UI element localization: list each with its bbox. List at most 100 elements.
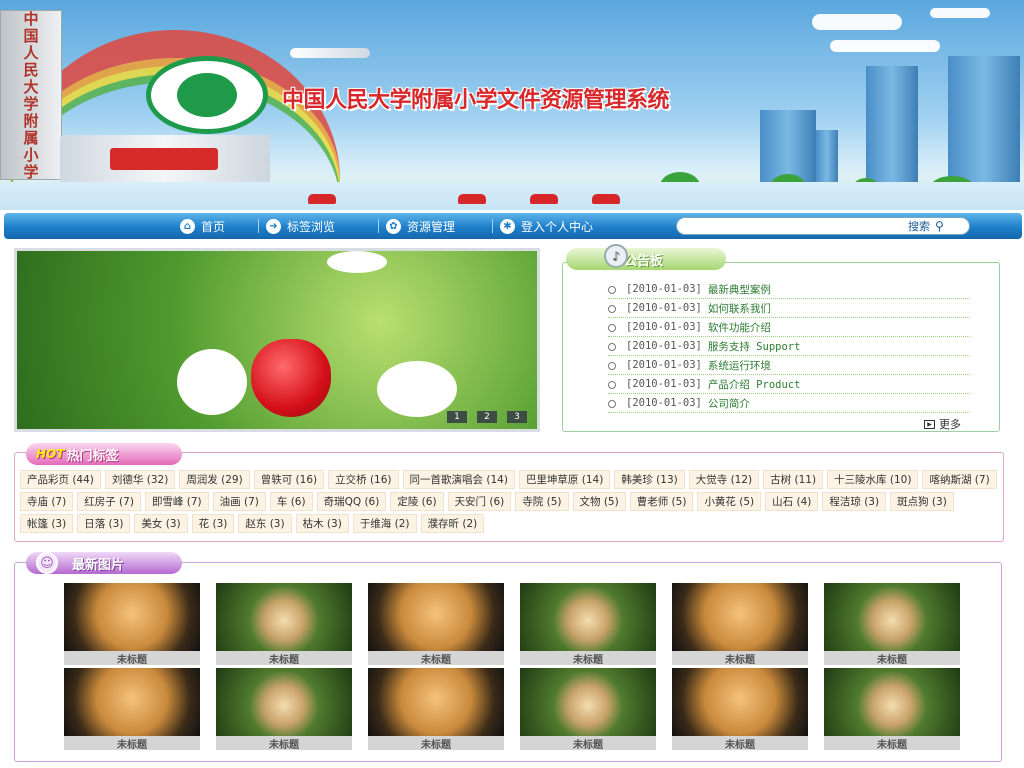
tag-link[interactable]: 同一首歌演唱会 (14) — [402, 470, 515, 489]
tag-link[interactable]: 日落 (3) — [77, 514, 131, 533]
cat-photo — [368, 583, 504, 651]
tag-link[interactable]: 立交桥 (16) — [328, 470, 399, 489]
strawberry — [251, 339, 331, 417]
school-logo — [146, 56, 268, 134]
tag-link[interactable]: 美女 (3) — [134, 514, 188, 533]
notice-item[interactable]: [2010-01-03] 公司简介 — [608, 394, 970, 413]
tag-link[interactable]: 于维海 (2) — [352, 514, 417, 533]
car-decoration — [530, 194, 558, 204]
picture-thumbnail[interactable]: 未标题 — [672, 668, 808, 751]
slide-dot-3[interactable]: 3 — [507, 411, 527, 423]
flower-petal — [177, 349, 247, 415]
nav-home[interactable]: ⌂ 首页 — [180, 217, 225, 235]
chick-photo — [520, 583, 656, 651]
notice-title-link[interactable]: 服务支持 Support — [708, 339, 801, 354]
tag-link[interactable]: 即雪峰 (7) — [144, 492, 209, 511]
tag-link[interactable]: 周润发 (29) — [179, 470, 250, 489]
slideshow-pager: 1 2 3 — [447, 411, 527, 423]
cloud-decoration — [930, 8, 990, 18]
chick-photo — [520, 668, 656, 736]
slide-dot-2[interactable]: 2 — [477, 411, 497, 423]
nav-tag-browse[interactable]: ➜ 标签浏览 — [266, 217, 335, 235]
picture-thumbnail[interactable]: 未标题 — [216, 668, 352, 751]
pillar-char: 国 — [23, 27, 39, 45]
tag-link[interactable]: 大觉寺 (12) — [688, 470, 760, 489]
tag-link[interactable]: 车 (6) — [269, 492, 313, 511]
tag-link[interactable]: 山石 (4) — [765, 492, 819, 511]
notice-item[interactable]: [2010-01-03] 软件功能介绍 — [608, 318, 970, 337]
flower-petal — [327, 251, 387, 273]
notice-date: [2010-01-03] — [626, 340, 702, 352]
picture-thumbnail[interactable]: 未标题 — [520, 668, 656, 751]
picture-thumbnail[interactable]: 未标题 — [520, 583, 656, 666]
tag-link[interactable]: 寺院 (5) — [515, 492, 569, 511]
smiley-icon: ☺ — [36, 552, 58, 574]
more-link[interactable]: ▶ 更多 — [924, 416, 961, 432]
tag-link[interactable]: 帐篷 (3) — [20, 514, 74, 533]
tag-link[interactable]: 定陵 (6) — [390, 492, 444, 511]
tag-link[interactable]: 花 (3) — [191, 514, 235, 533]
tag-link[interactable]: 曹老师 (5) — [629, 492, 694, 511]
tag-link[interactable]: 枯木 (3) — [295, 514, 349, 533]
picture-thumbnail[interactable]: 未标题 — [672, 583, 808, 666]
tag-link[interactable]: 小黄花 (5) — [697, 492, 762, 511]
picture-thumbnail[interactable]: 未标题 — [824, 583, 960, 666]
tag-link[interactable]: 韩美珍 (13) — [614, 470, 685, 489]
tag-link[interactable]: 濮存昕 (2) — [420, 514, 485, 533]
notice-title-link[interactable]: 软件功能介绍 — [708, 320, 771, 335]
tag-link[interactable]: 赵东 (3) — [238, 514, 292, 533]
nav-user-center[interactable]: ✱ 登入个人中心 — [500, 217, 593, 235]
tag-link[interactable]: 红房子 (7) — [77, 492, 141, 511]
picture-caption: 未标题 — [520, 736, 656, 751]
car-decoration — [308, 194, 336, 204]
tag-link[interactable]: 刘德华 (32) — [104, 470, 176, 489]
notice-item[interactable]: [2010-01-03] 服务支持 Support — [608, 337, 970, 356]
notice-title-link[interactable]: 公司简介 — [708, 396, 750, 411]
tag-icon: ➜ — [266, 218, 281, 234]
picture-thumbnail[interactable]: 未标题 — [64, 668, 200, 751]
notice-title-link[interactable]: 如何联系我们 — [708, 301, 771, 316]
picture-caption: 未标题 — [672, 651, 808, 666]
pillar-char: 附 — [23, 112, 39, 130]
notice-item[interactable]: [2010-01-03] 系统运行环境 — [608, 356, 970, 375]
notice-item[interactable]: [2010-01-03] 最新典型案例 — [608, 280, 970, 299]
tag-cloud: 产品彩页 (44) 刘德华 (32) 周润发 (29) 曾轶可 (16) 立交桥 (16… — [20, 470, 998, 533]
tag-link[interactable]: 油画 (7) — [212, 492, 266, 511]
notice-item[interactable]: [2010-01-03] 如何联系我们 — [608, 299, 970, 318]
nav-resource-manage[interactable]: ✿ 资源管理 — [386, 217, 455, 235]
tag-link[interactable]: 十三陵水库 (10) — [827, 470, 919, 489]
tag-link[interactable]: 奇瑞QQ (6) — [316, 492, 387, 511]
picture-thumbnail[interactable]: 未标题 — [64, 583, 200, 666]
megaphone-icon: ♪ — [604, 244, 628, 268]
tag-link[interactable]: 寺庙 (7) — [20, 492, 74, 511]
hot-tags-header: HOT 热门标签 — [26, 443, 182, 465]
cloud-decoration — [812, 14, 902, 30]
tag-link[interactable]: 古树 (11) — [763, 470, 824, 489]
nav-divider — [492, 219, 493, 233]
tag-link[interactable]: 程洁琼 (3) — [822, 492, 887, 511]
picture-thumbnail[interactable]: 未标题 — [824, 668, 960, 751]
nav-home-label: 首页 — [201, 219, 226, 234]
nav-tag-browse-label: 标签浏览 — [287, 219, 336, 234]
tag-link[interactable]: 喀纳斯湖 (7) — [922, 470, 997, 489]
slide-dot-1[interactable]: 1 — [447, 411, 467, 423]
tag-link[interactable]: 产品彩页 (44) — [20, 470, 101, 489]
notice-title-link[interactable]: 最新典型案例 — [708, 282, 771, 297]
notice-title-link[interactable]: 产品介绍 Product — [708, 377, 801, 392]
tag-link[interactable]: 文物 (5) — [572, 492, 626, 511]
pillar-char: 中 — [23, 10, 39, 28]
picture-thumbnail[interactable]: 未标题 — [368, 583, 504, 666]
notice-title-link[interactable]: 系统运行环境 — [708, 358, 771, 373]
tag-link[interactable]: 斑点狗 (3) — [890, 492, 954, 511]
picture-caption: 未标题 — [216, 651, 352, 666]
tag-link[interactable]: 曾轶可 (16) — [253, 470, 325, 489]
tag-link[interactable]: 天安门 (6) — [447, 492, 512, 511]
folder-icon: ✿ — [386, 218, 401, 234]
search-button[interactable]: 搜索 ⚲ — [908, 218, 944, 234]
notice-item[interactable]: [2010-01-03] 产品介绍 Product — [608, 375, 970, 394]
image-slideshow[interactable]: 1 2 3 — [14, 248, 540, 432]
tag-link[interactable]: 巴里坤草原 (14) — [518, 470, 611, 489]
cat-photo — [368, 668, 504, 736]
picture-thumbnail[interactable]: 未标题 — [368, 668, 504, 751]
picture-thumbnail[interactable]: 未标题 — [216, 583, 352, 666]
